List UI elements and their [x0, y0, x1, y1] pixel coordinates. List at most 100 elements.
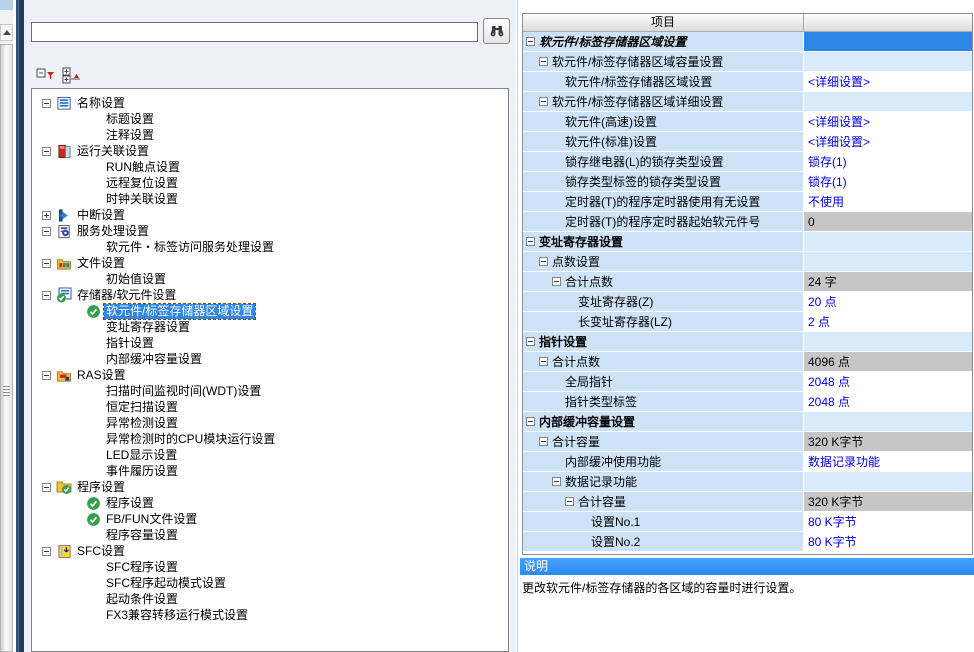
grid-value-cell[interactable]: 80 K字节: [804, 512, 972, 532]
tree-item[interactable]: FB/FUN文件设置: [32, 511, 508, 527]
tree-item[interactable]: 时钟关联设置: [32, 191, 508, 207]
tree-item[interactable]: 恒定扫描设置: [32, 399, 508, 415]
tree-item[interactable]: RAS设置: [32, 367, 508, 383]
collapse-icon[interactable]: [552, 277, 561, 286]
collapse-icon[interactable]: [42, 483, 51, 492]
tree-item[interactable]: 服务处理设置: [32, 223, 508, 239]
tree-item[interactable]: 文件设置: [32, 255, 508, 271]
tree-item[interactable]: 指针设置: [32, 335, 508, 351]
grid-item-cell[interactable]: 指针设置: [523, 332, 804, 352]
grid-item-cell[interactable]: 软元件/标签存储器区域设置: [523, 32, 804, 52]
expand-tree-button[interactable]: [62, 66, 82, 84]
grid-item-cell[interactable]: 数据记录功能: [523, 472, 804, 492]
grid-item-cell[interactable]: 合计点数: [523, 352, 804, 372]
grid-item-cell[interactable]: 点数设置: [523, 252, 804, 272]
grid-item-cell[interactable]: 软元件/标签存储器区域详细设置: [523, 92, 804, 112]
tree-item[interactable]: 异常检测时的CPU模块运行设置: [32, 431, 508, 447]
collapse-icon[interactable]: [42, 227, 51, 236]
tree-item[interactable]: 存储器/软元件设置: [32, 287, 508, 303]
tree-item[interactable]: 程序容量设置: [32, 527, 508, 543]
tree-item[interactable]: SFC程序设置: [32, 559, 508, 575]
grid-item-cell[interactable]: 软元件/标签存储器区域容量设置: [523, 52, 804, 72]
grid-item-cell[interactable]: 软元件(高速)设置: [523, 112, 804, 132]
tree-item[interactable]: 远程复位设置: [32, 175, 508, 191]
grid-value-cell[interactable]: 2 点: [804, 312, 972, 332]
search-input[interactable]: [31, 22, 478, 42]
collapse-icon[interactable]: [526, 237, 535, 246]
grid-item-cell[interactable]: 设置No.2: [523, 532, 804, 552]
grid-item-cell[interactable]: 长变址寄存器(LZ): [523, 312, 804, 332]
grid-item-cell[interactable]: 设置No.1: [523, 512, 804, 532]
grid-item-cell[interactable]: 变址寄存器(Z): [523, 292, 804, 312]
grid-value-cell[interactable]: 不使用: [804, 192, 972, 212]
grid-value-cell[interactable]: <详细设置>: [804, 112, 972, 132]
grid-item-cell[interactable]: 合计容量: [523, 432, 804, 452]
tree-item[interactable]: 程序设置: [32, 479, 508, 495]
grid-value-cell[interactable]: <详细设置>: [804, 132, 972, 152]
collapse-icon[interactable]: [539, 57, 548, 66]
grid-item-cell[interactable]: 合计点数: [523, 272, 804, 292]
collapse-icon[interactable]: [526, 417, 535, 426]
tree-item[interactable]: 事件履历设置: [32, 463, 508, 479]
collapse-icon[interactable]: [42, 259, 51, 268]
grid-item-cell[interactable]: 定时器(T)的程序定时器起始软元件号: [523, 212, 804, 232]
collapse-icon[interactable]: [42, 371, 51, 380]
tree-item[interactable]: 起动条件设置: [32, 591, 508, 607]
panel-separator[interactable]: [517, 0, 518, 652]
collapse-icon[interactable]: [565, 497, 574, 506]
collapse-icon[interactable]: [539, 97, 548, 106]
search-button[interactable]: [483, 18, 510, 44]
tree-item[interactable]: 中断设置: [32, 207, 508, 223]
tree-item[interactable]: 标题设置: [32, 111, 508, 127]
grid-item-cell[interactable]: 变址寄存器设置: [523, 232, 804, 252]
tree-item[interactable]: 异常检测设置: [32, 415, 508, 431]
grid-value-cell[interactable]: 80 K字节: [804, 532, 972, 552]
grid-value-cell[interactable]: 2048 点: [804, 372, 972, 392]
grid-item-cell[interactable]: 内部缓冲容量设置: [523, 412, 804, 432]
tree-item[interactable]: 内部缓冲容量设置: [32, 351, 508, 367]
collapse-icon[interactable]: [42, 147, 51, 156]
collapse-icon[interactable]: [42, 291, 51, 300]
grid-item-cell[interactable]: 内部缓冲使用功能: [523, 452, 804, 472]
grid-value-cell[interactable]: 锁存(1): [804, 172, 972, 192]
grid-value-cell[interactable]: [804, 32, 972, 52]
grid-item-cell[interactable]: 定时器(T)的程序定时器使用有无设置: [523, 192, 804, 212]
grid-value-cell[interactable]: 锁存(1): [804, 152, 972, 172]
grid-value-cell[interactable]: 数据记录功能: [804, 452, 972, 472]
tree-item[interactable]: 变址寄存器设置: [32, 319, 508, 335]
grid-value-cell[interactable]: 2048 点: [804, 392, 972, 412]
tree-item[interactable]: FX3兼容转移运行模式设置: [32, 607, 508, 623]
tree-item[interactable]: 扫描时间监视时间(WDT)设置: [32, 383, 508, 399]
grid-item-cell[interactable]: 锁存继电器(L)的锁存类型设置: [523, 152, 804, 172]
grid-item-cell[interactable]: 软元件/标签存储器区域设置: [523, 72, 804, 92]
tree-item[interactable]: RUN触点设置: [32, 159, 508, 175]
tree-item[interactable]: 运行关联设置: [32, 143, 508, 159]
collapse-icon[interactable]: [526, 37, 535, 46]
collapse-icon[interactable]: [42, 99, 51, 108]
grid-item-cell[interactable]: 锁存类型标签的锁存类型设置: [523, 172, 804, 192]
collapse-icon[interactable]: [42, 547, 51, 556]
collapse-icon[interactable]: [526, 337, 535, 346]
grid-item-cell[interactable]: 软元件(标准)设置: [523, 132, 804, 152]
collapse-icon[interactable]: [552, 477, 561, 486]
expand-pane-button[interactable]: [0, 24, 13, 41]
tree-item[interactable]: 软元件/标签存储器区域设置: [32, 303, 508, 319]
grid-value-cell[interactable]: <详细设置>: [804, 72, 972, 92]
grid-item-cell[interactable]: 全局指针: [523, 372, 804, 392]
tree-item[interactable]: 名称设置: [32, 95, 508, 111]
grid-value-cell[interactable]: 20 点: [804, 292, 972, 312]
collapse-icon[interactable]: [539, 257, 548, 266]
tree-item[interactable]: 注释设置: [32, 127, 508, 143]
expand-icon[interactable]: [42, 211, 51, 220]
collapse-icon[interactable]: [539, 437, 548, 446]
tree-item[interactable]: SFC程序起动模式设置: [32, 575, 508, 591]
tree-item[interactable]: LED显示设置: [32, 447, 508, 463]
tree-item[interactable]: SFC设置: [32, 543, 508, 559]
grid-item-cell[interactable]: 合计容量: [523, 492, 804, 512]
collapse-tree-button[interactable]: [36, 66, 56, 84]
tree-item[interactable]: 初始值设置: [32, 271, 508, 287]
tree-item[interactable]: 软元件・标签访问服务处理设置: [32, 239, 508, 255]
pane-splitter-track[interactable]: [0, 44, 13, 652]
collapse-icon[interactable]: [539, 357, 548, 366]
tree-item[interactable]: 程序设置: [32, 495, 508, 511]
